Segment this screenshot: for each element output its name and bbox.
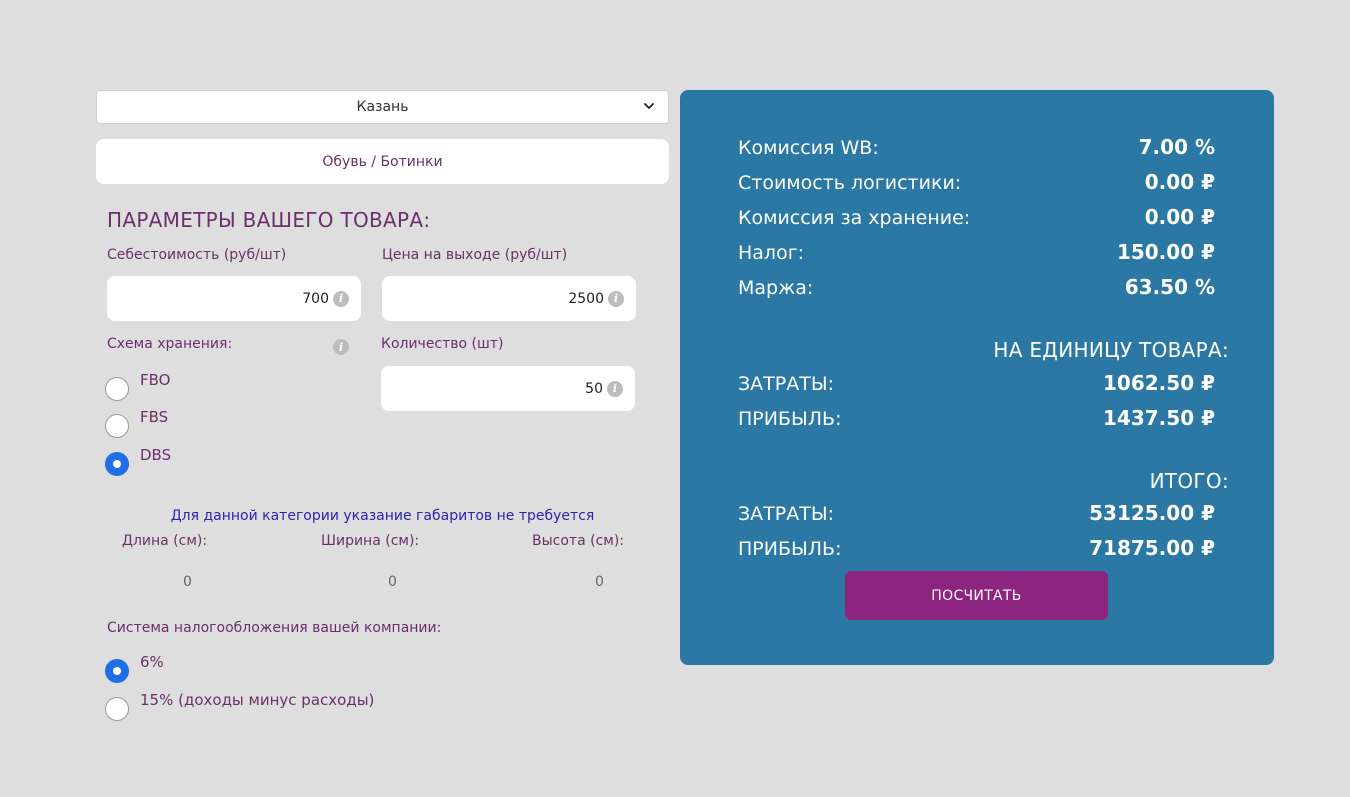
result-value: 150.00 ₽: [1116, 240, 1215, 264]
result-row-unit-costs: ЗАТРАТЫ: 1062.50 ₽: [738, 371, 1215, 395]
result-value: 1437.50 ₽: [1103, 406, 1215, 430]
result-value: 53125.00 ₽: [1089, 501, 1215, 525]
result-value: 7.00 %: [1138, 135, 1215, 159]
storage-option-label: FBO: [140, 371, 171, 389]
result-row-margin: Маржа: 63.50 %: [738, 275, 1215, 299]
city-select[interactable]: Казань: [96, 90, 669, 124]
result-row-storage-fee: Комиссия за хранение: 0.00 ₽: [738, 205, 1215, 229]
category-value: Обувь / Ботинки: [322, 153, 443, 170]
result-label: ПРИБЫЛЬ:: [738, 408, 842, 430]
result-row-total-profit: ПРИБЫЛЬ: 71875.00 ₽: [738, 536, 1215, 560]
result-row-tax: Налог: 150.00 ₽: [738, 240, 1215, 264]
storage-option-label: FBS: [140, 408, 169, 426]
results-panel: Комиссия WB: 7.00 % Стоимость логистики:…: [680, 90, 1274, 665]
info-icon[interactable]: i: [607, 380, 623, 397]
result-label: ЗАТРАТЫ:: [738, 503, 835, 525]
radio-button[interactable]: [105, 414, 129, 438]
info-icon[interactable]: i: [333, 290, 349, 307]
height-label: Высота (см):: [532, 533, 625, 549]
result-label: Стоимость логистики:: [738, 172, 962, 194]
result-value: 0.00 ₽: [1144, 170, 1215, 194]
radio-button[interactable]: [105, 697, 129, 721]
price-label: Цена на выходе (руб/шт): [382, 247, 568, 263]
tax-option-6[interactable]: 6%: [105, 653, 164, 683]
price-input[interactable]: 2500 i: [382, 276, 636, 321]
storage-option-fbs[interactable]: FBS: [105, 408, 168, 438]
tax-option-label: 6%: [140, 653, 164, 671]
tax-option-15[interactable]: 15% (доходы минус расходы): [105, 691, 374, 721]
tax-system-label: Система налогообложения вашей компании:: [107, 620, 442, 636]
tax-option-label: 15% (доходы минус расходы): [140, 691, 375, 709]
total-title: ИТОГО:: [1149, 469, 1229, 493]
result-row-commission: Комиссия WB: 7.00 %: [738, 135, 1215, 159]
per-unit-title: НА ЕДИНИЦУ ТОВАРА:: [993, 338, 1229, 362]
result-value: 0.00 ₽: [1144, 205, 1215, 229]
result-label: ЗАТРАТЫ:: [738, 373, 835, 395]
calculate-button[interactable]: ПОСЧИТАТЬ: [845, 571, 1108, 620]
category-selector[interactable]: Обувь / Ботинки: [96, 139, 669, 184]
cost-input-value: 700: [302, 290, 329, 307]
radio-button-checked[interactable]: [105, 659, 129, 683]
info-icon[interactable]: i: [608, 290, 624, 307]
radio-button[interactable]: [105, 377, 129, 401]
result-row-total-costs: ЗАТРАТЫ: 53125.00 ₽: [738, 501, 1215, 525]
result-value: 63.50 %: [1124, 275, 1215, 299]
result-label: Комиссия WB:: [738, 137, 879, 159]
result-label: Комиссия за хранение:: [738, 207, 971, 229]
city-select-value: Казань: [356, 99, 409, 115]
result-row-unit-profit: ПРИБЫЛЬ: 1437.50 ₽: [738, 406, 1215, 430]
quantity-input[interactable]: 50 i: [381, 366, 635, 411]
storage-option-dbs[interactable]: DBS: [105, 446, 171, 476]
cost-input[interactable]: 700 i: [107, 276, 361, 321]
width-label: Ширина (см):: [321, 533, 420, 549]
dimensions-note: Для данной категории указание габаритов …: [170, 508, 595, 524]
cost-label: Себестоимость (руб/шт): [107, 247, 287, 263]
length-value: 0: [183, 574, 192, 590]
quantity-label: Количество (шт): [381, 336, 504, 352]
storage-option-fbo[interactable]: FBO: [105, 371, 170, 401]
storage-info-icon[interactable]: i: [333, 339, 349, 355]
quantity-input-value: 50: [585, 380, 603, 397]
params-title: ПАРАМЕТРЫ ВАШЕГО ТОВАРА:: [107, 208, 431, 232]
width-value: 0: [388, 574, 397, 590]
result-value: 71875.00 ₽: [1089, 536, 1215, 560]
height-value: 0: [595, 574, 604, 590]
storage-option-label: DBS: [140, 446, 172, 464]
storage-label: Схема хранения:: [107, 336, 233, 352]
length-label: Длина (см):: [122, 533, 208, 549]
radio-button-checked[interactable]: [105, 452, 129, 476]
result-row-logistics: Стоимость логистики: 0.00 ₽: [738, 170, 1215, 194]
result-label: Налог:: [738, 242, 805, 264]
chevron-down-icon: [644, 103, 654, 109]
price-input-value: 2500: [568, 290, 604, 307]
result-label: Маржа:: [738, 277, 814, 299]
result-label: ПРИБЫЛЬ:: [738, 538, 842, 560]
result-value: 1062.50 ₽: [1103, 371, 1215, 395]
